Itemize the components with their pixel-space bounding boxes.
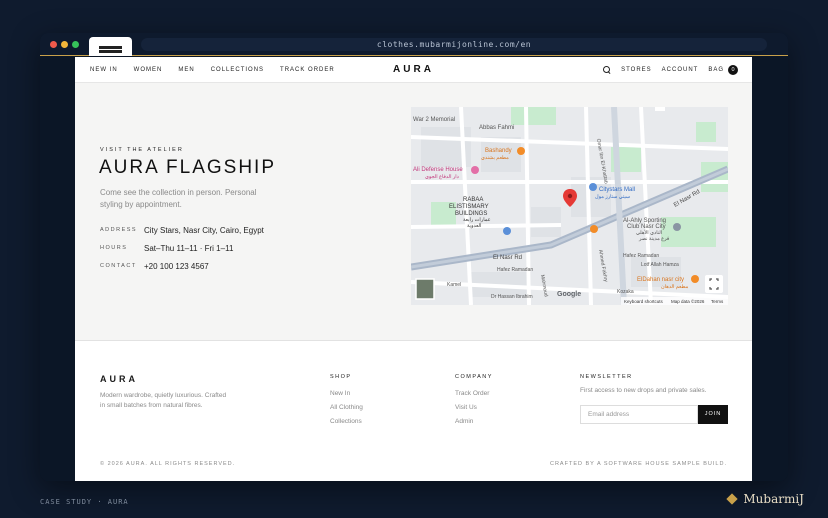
footer-heading: NEWSLETTER <box>580 374 633 380</box>
info-label: ADDRESS <box>100 227 138 233</box>
hours-value: Sat–Thu 11–11 · Fri 1–11 <box>144 243 234 253</box>
map-label: Hafez Ramadan <box>623 253 659 259</box>
browser-chrome: clothes.mubarmijonline.com/en <box>40 33 788 56</box>
fullscreen-button[interactable] <box>705 275 723 293</box>
contact-value[interactable]: +20 100 123 4567 <box>144 262 209 271</box>
brand-name: MubarmiJ <box>743 492 804 506</box>
map-canvas[interactable]: War 2 Memorial Abbas Fahmi Bashandy مطعم… <box>411 107 728 305</box>
footer-newsletter-column: NEWSLETTER First access to new drops and… <box>580 374 728 424</box>
bag-count-badge: 0 <box>728 64 738 75</box>
google-logo: Google <box>557 291 581 298</box>
browser-window: clothes.mubarmijonline.com/en NEW IN WOM… <box>40 33 788 481</box>
top-nav: NEW IN WOMEN MEN COLLECTIONS TRACK ORDER… <box>75 57 752 83</box>
website: NEW IN WOMEN MEN COLLECTIONS TRACK ORDER… <box>75 57 752 481</box>
nav-men[interactable]: MEN <box>178 67 194 73</box>
footer-heading: SHOP <box>330 374 352 380</box>
map-label: دار الدفاع الجوي <box>425 174 459 180</box>
map-label: مطعم الدهان <box>661 284 689 290</box>
footer-bottom-bar: © 2026 AURA. ALL RIGHTS RESERVED. CRAFTE… <box>100 461 727 467</box>
map-label: مطعم بشندي <box>481 155 509 161</box>
nav-account[interactable]: ACCOUNT <box>662 67 699 73</box>
address-value: City Stars, Nasr City, Cairo, Egypt <box>144 225 264 235</box>
map-label: Hafez Ramadan <box>497 267 533 273</box>
map-label: فرع مدينة نصر <box>638 236 670 242</box>
info-label: HOURS <box>100 245 128 251</box>
diamond-icon <box>726 493 739 505</box>
map-label: النادي الأهلي <box>636 228 662 236</box>
nav-track-order[interactable]: TRACK ORDER <box>280 67 335 73</box>
footer-link-new-in[interactable]: New In <box>330 390 363 397</box>
map-label: Abbas Fahmi <box>479 125 514 131</box>
map-label: Kamel <box>447 282 461 288</box>
copyright: © 2026 AURA. ALL RIGHTS RESERVED. <box>100 461 236 467</box>
email-input[interactable]: Email address <box>580 405 698 424</box>
map-attribution: Map data ©2026 <box>671 298 705 304</box>
tab-title-placeholder <box>99 46 122 49</box>
footer-link-collections[interactable]: Collections <box>330 418 363 425</box>
map-label: War 2 Memorial <box>413 117 455 123</box>
info-label: CONTACT <box>100 263 137 269</box>
bag-button[interactable]: BAG 0 <box>708 64 738 75</box>
satellite-toggle-icon[interactable] <box>415 278 435 300</box>
nav-links: NEW IN WOMEN MEN COLLECTIONS TRACK ORDER <box>90 67 335 73</box>
info-row-address: ADDRESS City Stars, Nasr City, Cairo, Eg… <box>100 221 264 239</box>
map-label: العدوية <box>467 223 481 229</box>
nav-new-in[interactable]: NEW IN <box>90 67 118 73</box>
footer-link-visit-us[interactable]: Visit Us <box>455 404 493 411</box>
store-map[interactable]: War 2 Memorial Abbas Fahmi Bashandy مطعم… <box>411 107 728 305</box>
browser-tab[interactable] <box>89 37 132 56</box>
join-button[interactable]: JOIN <box>698 405 728 424</box>
map-label: ElDahan nasr city <box>637 277 684 283</box>
footer-logo[interactable]: AURA <box>100 374 138 384</box>
footer-link-all-clothing[interactable]: All Clothing <box>330 404 363 411</box>
search-icon[interactable] <box>603 65 611 74</box>
page-title: AURA FLAGSHIP <box>99 157 276 178</box>
case-study-caption: CASE STUDY · AURA <box>40 498 129 506</box>
site-logo[interactable]: AURA <box>393 64 434 75</box>
map-label: Bashandy <box>485 148 512 154</box>
map-terms-link[interactable]: Terms <box>711 299 724 304</box>
site-footer: AURA Modern wardrobe, quietly luxurious.… <box>75 340 752 481</box>
nav-women[interactable]: WOMEN <box>134 67 163 73</box>
map-label: Dr Hassan Ibrahim <box>491 294 533 300</box>
map-label: Citystars Mall <box>599 187 635 193</box>
nav-stores[interactable]: STORES <box>621 67 652 73</box>
visit-intro: Come see the collection in person. Perso… <box>100 188 257 209</box>
bag-label: BAG <box>708 66 724 73</box>
nav-collections[interactable]: COLLECTIONS <box>211 67 264 73</box>
footer-company-column: COMPANY Track Order Visit Us Admin <box>455 374 493 432</box>
credit: CRAFTED BY A SOFTWARE HOUSE SAMPLE BUILD… <box>549 461 727 467</box>
footer-heading: COMPANY <box>455 374 493 380</box>
info-row-hours: HOURS Sat–Thu 11–11 · Fri 1–11 <box>100 239 264 257</box>
close-window-icon[interactable] <box>50 41 57 48</box>
footer-link-track-order[interactable]: Track Order <box>455 390 493 397</box>
map-label: Kozaka <box>617 289 634 295</box>
map-label: El Nasr Rd <box>493 255 522 261</box>
map-label: Ali Defense House <box>413 167 463 173</box>
nav-actions: STORES ACCOUNT BAG 0 <box>603 64 738 75</box>
minimize-window-icon[interactable] <box>61 41 68 48</box>
map-label: Lotf Allah Hamza <box>641 262 679 268</box>
visit-eyebrow: VISIT THE ATELIER <box>100 147 184 153</box>
newsletter-text: First access to new drops and private sa… <box>580 387 707 394</box>
map-label: سيتي ستارز مول <box>595 194 630 200</box>
address-bar[interactable]: clothes.mubarmijonline.com/en <box>141 38 767 51</box>
footer-tagline: Modern wardrobe, quietly luxurious. Craf… <box>100 392 227 409</box>
footer-link-admin[interactable]: Admin <box>455 418 493 425</box>
maximize-window-icon[interactable] <box>72 41 79 48</box>
footer-shop-column: SHOP New In All Clothing Collections <box>330 374 363 432</box>
visit-section: VISIT THE ATELIER AURA FLAGSHIP Come see… <box>75 83 752 340</box>
map-label: ELISTISMARY <box>449 204 489 210</box>
map-label: RABAA <box>463 197 483 203</box>
info-row-contact: CONTACT +20 100 123 4567 <box>100 257 264 275</box>
newsletter-form: Email address JOIN <box>580 405 728 424</box>
tab-title-placeholder <box>99 50 122 53</box>
store-info: ADDRESS City Stars, Nasr City, Cairo, Eg… <box>100 221 264 275</box>
keyboard-shortcuts-link[interactable]: Keyboard shortcuts <box>624 299 664 304</box>
brand-mark: MubarmiJ <box>726 492 804 506</box>
